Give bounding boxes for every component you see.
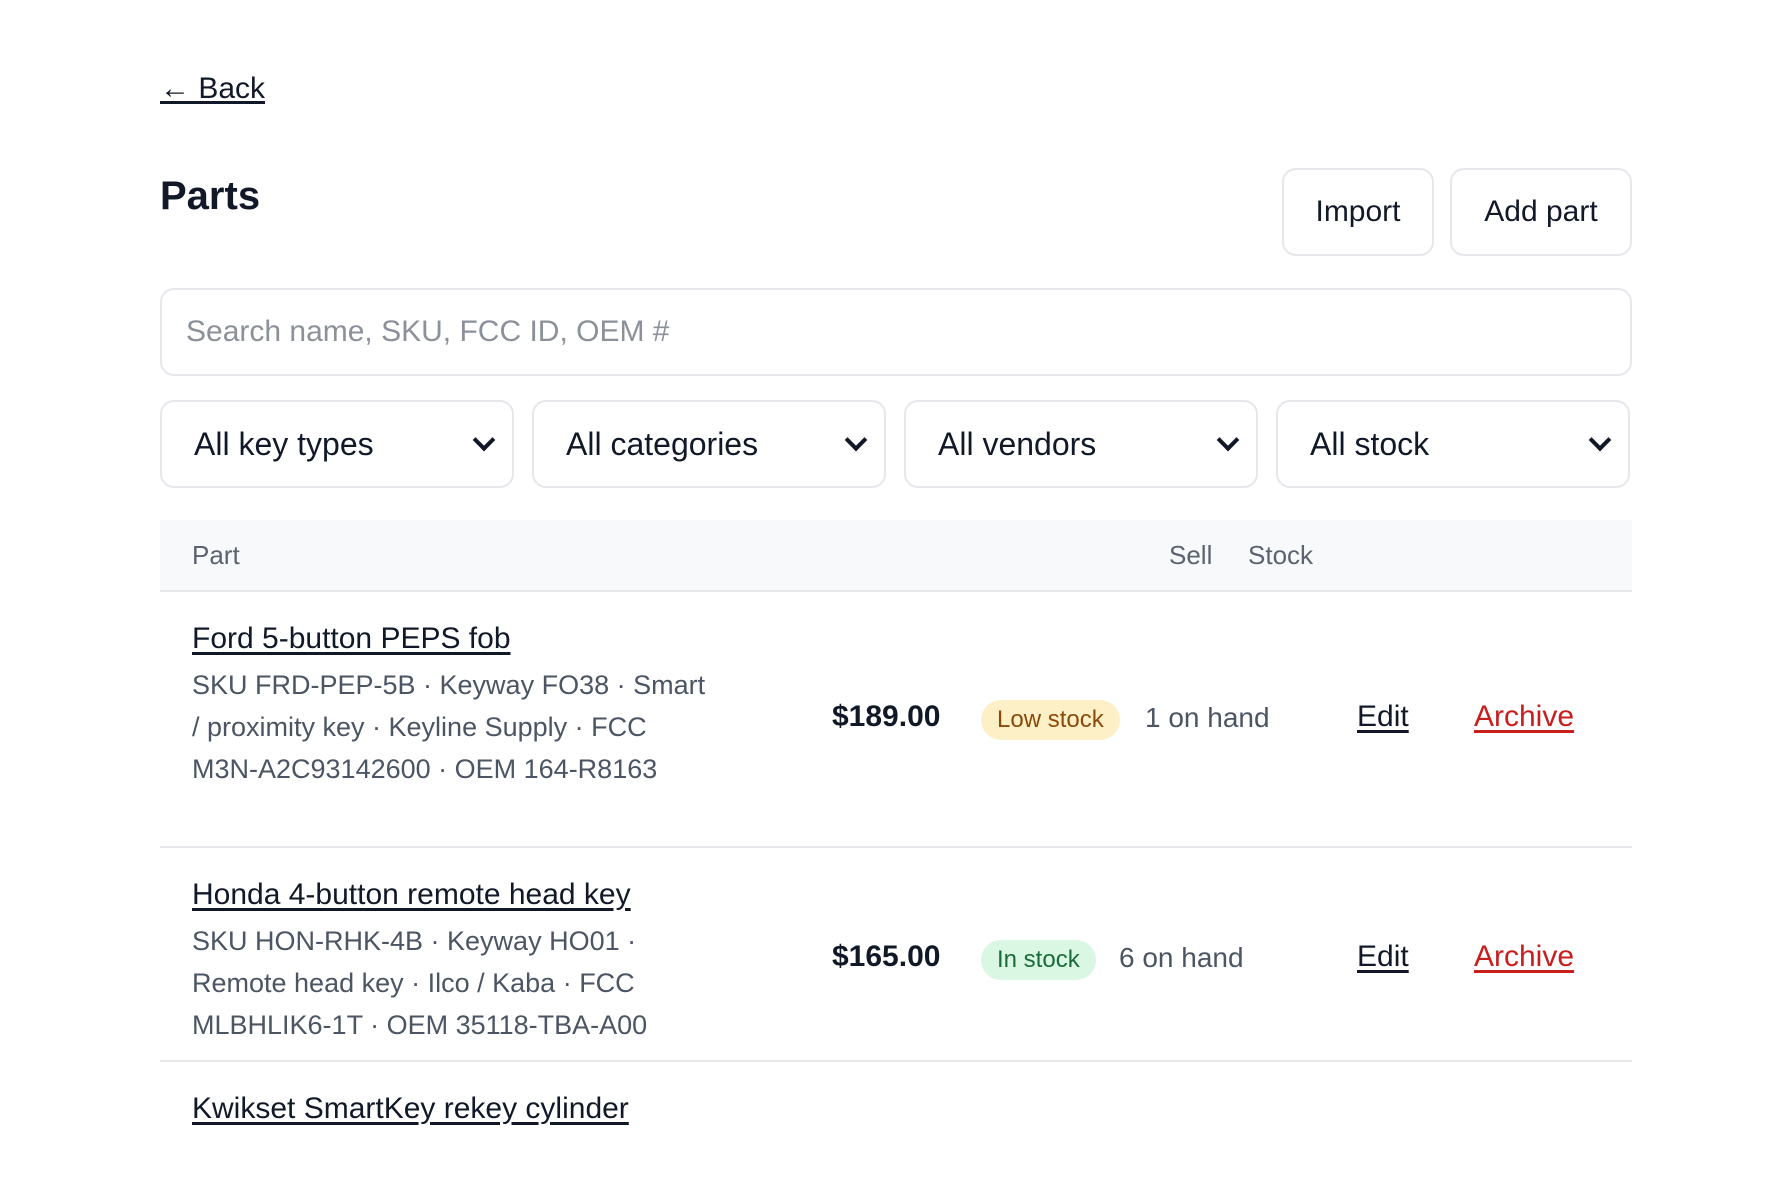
status-badge: In stock [981, 940, 1096, 980]
filter-bar: All key types All categories All vendors… [160, 400, 1632, 488]
chevron-down-icon [844, 428, 868, 452]
chevron-down-icon [472, 428, 496, 452]
on-hand-count: 6 on hand [1119, 942, 1244, 973]
page-title: Parts [160, 174, 261, 218]
category-select[interactable]: All categories [532, 400, 886, 488]
column-header-part: Part [192, 540, 240, 570]
part-name-link[interactable]: Ford 5-button PEPS fob [192, 622, 511, 656]
part-name-link[interactable]: Kwikset SmartKey rekey cylinder [192, 1092, 629, 1126]
table-row: Ford 5-button PEPS fob SKU FRD-PEP-5B · … [160, 592, 1632, 848]
key-type-select-value: All key types [194, 425, 374, 462]
table-row: Kwikset SmartKey rekey cylinder [160, 1062, 1632, 1182]
parts-table: Part Sell Stock Ford 5-button PEPS fob S… [160, 520, 1632, 1182]
category-select-value: All categories [566, 425, 759, 462]
table-row: Honda 4-button remote head key SKU HON-R… [160, 848, 1632, 1062]
back-link[interactable]: ← Back [160, 72, 265, 106]
edit-link[interactable]: Edit [1357, 940, 1409, 974]
sell-price: $165.00 [832, 940, 941, 973]
column-header-stock: Stock [1248, 540, 1314, 570]
chevron-down-icon [1588, 428, 1612, 452]
vendor-select[interactable]: All vendors [904, 400, 1258, 488]
stock-select[interactable]: All stock [1276, 400, 1630, 488]
stock-select-value: All stock [1310, 425, 1430, 462]
search-input[interactable] [160, 288, 1632, 376]
status-badge: Low stock [981, 700, 1120, 740]
part-meta: SKU HON-RHK-4B · Keyway HO01 · Remote he… [192, 926, 648, 1040]
column-header-sell: Sell [1169, 540, 1213, 570]
edit-link[interactable]: Edit [1357, 700, 1409, 734]
import-button[interactable]: Import [1282, 168, 1434, 256]
add-part-button[interactable]: Add part [1450, 168, 1632, 256]
part-meta: SKU FRD-PEP-5B · Keyway FO38 · Smart / p… [192, 670, 706, 784]
chevron-down-icon [1216, 428, 1240, 452]
on-hand-count: 1 on hand [1145, 702, 1270, 733]
part-name-link[interactable]: Honda 4-button remote head key [192, 878, 631, 912]
sell-price: $189.00 [832, 700, 941, 733]
archive-link[interactable]: Archive [1474, 700, 1574, 734]
table-header: Part Sell Stock [160, 520, 1632, 592]
key-type-select[interactable]: All key types [160, 400, 514, 488]
archive-link[interactable]: Archive [1474, 940, 1574, 974]
header-actions: Import Add part [1282, 168, 1632, 256]
vendor-select-value: All vendors [938, 425, 1097, 462]
